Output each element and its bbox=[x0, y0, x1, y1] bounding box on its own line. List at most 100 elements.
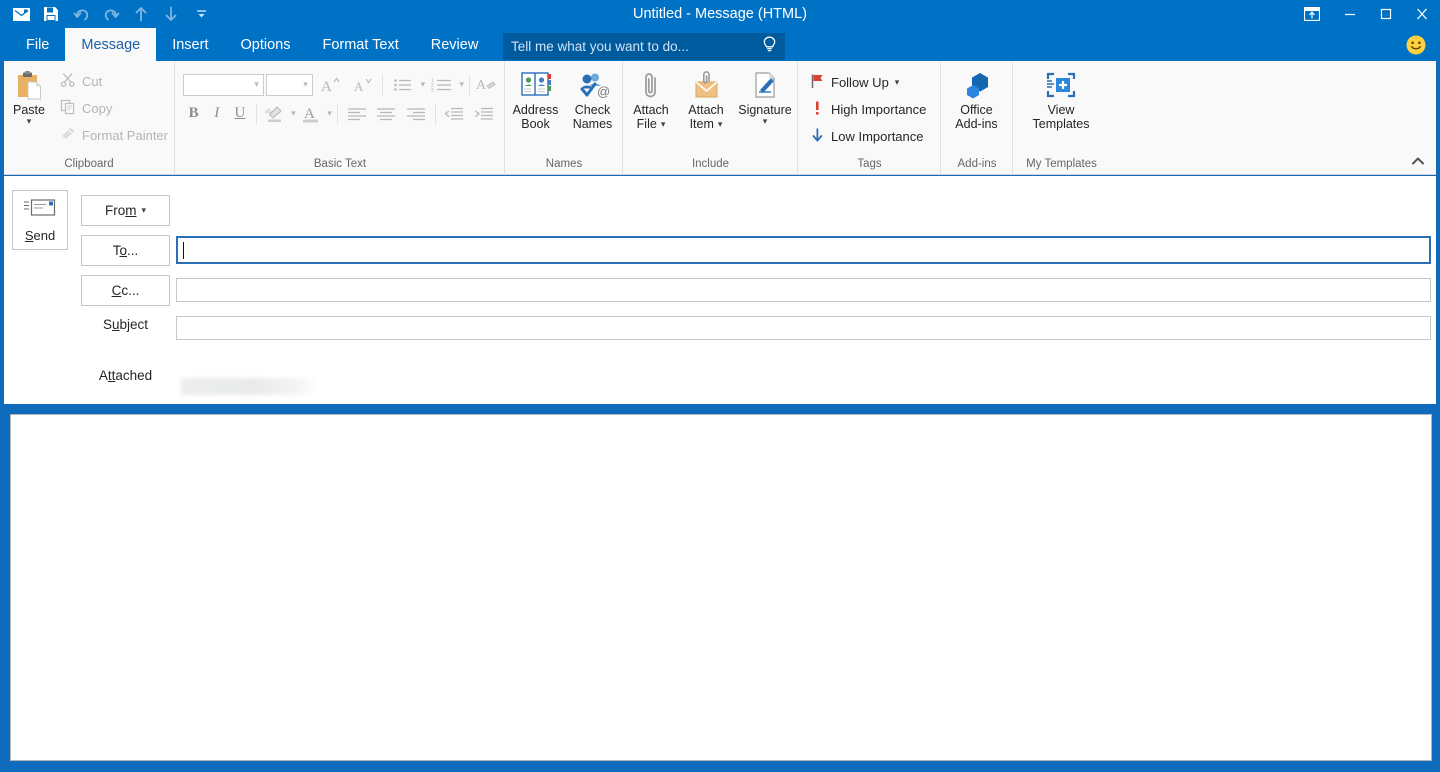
numbering-icon[interactable]: 123 bbox=[427, 72, 457, 97]
font-color-dropdown-caret[interactable]: ▾ bbox=[327, 109, 332, 118]
from-button[interactable]: From ▾ bbox=[81, 195, 170, 226]
grow-font-icon[interactable]: A bbox=[315, 72, 345, 97]
office-add-ins-label-line1: Office bbox=[960, 103, 993, 117]
check-names-button[interactable]: @ Check Names bbox=[565, 66, 621, 131]
shrink-font-icon[interactable]: A bbox=[347, 72, 377, 97]
customize-quick-access-icon[interactable] bbox=[186, 1, 216, 27]
tab-options[interactable]: Options bbox=[224, 28, 306, 61]
tell-me-search-box[interactable]: Tell me what you want to do... bbox=[503, 33, 785, 60]
ribbon-group-include: Attach File ▾ Attach Item ▾ Signature ▾ … bbox=[622, 61, 797, 175]
message-icon[interactable] bbox=[6, 1, 36, 27]
flag-icon bbox=[810, 73, 825, 92]
paste-label: Paste bbox=[13, 103, 45, 117]
paste-button[interactable]: Paste ▾ bbox=[4, 66, 54, 126]
cc-input[interactable] bbox=[176, 278, 1431, 302]
next-item-icon[interactable] bbox=[156, 1, 186, 27]
attach-file-dropdown-caret[interactable]: ▾ bbox=[661, 119, 666, 129]
follow-up-button[interactable]: Follow Up ▾ bbox=[804, 69, 932, 96]
subject-input[interactable] bbox=[176, 316, 1431, 340]
font-color-icon[interactable]: A bbox=[298, 101, 326, 126]
clear-formatting-icon[interactable]: A bbox=[475, 72, 498, 97]
tab-message[interactable]: Message bbox=[65, 28, 157, 61]
align-right-icon[interactable] bbox=[402, 101, 430, 126]
chevron-up-icon[interactable] bbox=[1410, 154, 1426, 170]
low-importance-label: Low Importance bbox=[831, 129, 924, 144]
group-label-my-templates: My Templates bbox=[1026, 158, 1097, 170]
from-dropdown-caret[interactable]: ▾ bbox=[141, 206, 146, 215]
cc-label: Cc... bbox=[111, 283, 140, 298]
svg-text:3: 3 bbox=[431, 88, 434, 93]
attach-file-button[interactable]: Attach File ▾ bbox=[624, 66, 678, 131]
align-center-icon[interactable] bbox=[372, 101, 400, 126]
window-title: Untitled - Message (HTML) bbox=[632, 6, 808, 22]
decrease-indent-icon[interactable] bbox=[441, 101, 469, 126]
undo-icon[interactable] bbox=[66, 1, 96, 27]
attach-item-dropdown-caret[interactable]: ▾ bbox=[718, 119, 723, 129]
send-button[interactable]: Send bbox=[12, 190, 68, 250]
numbering-dropdown-caret[interactable]: ▾ bbox=[459, 80, 464, 89]
high-importance-button[interactable]: High Importance bbox=[804, 96, 932, 123]
cut-button[interactable]: Cut bbox=[54, 68, 174, 95]
to-input[interactable] bbox=[176, 236, 1431, 264]
attach-file-label-line2: File bbox=[636, 117, 657, 131]
ribbon-display-options-icon[interactable] bbox=[1292, 0, 1332, 28]
ribbon-group-add-ins: Office Add-ins Add-ins bbox=[940, 61, 1012, 175]
ribbon: Paste ▾ Cut Copy Format Painter Clipboar… bbox=[4, 61, 1436, 175]
attach-item-button[interactable]: Attach Item ▾ bbox=[678, 66, 734, 131]
maximize-icon[interactable] bbox=[1368, 0, 1404, 28]
underline-icon[interactable]: U bbox=[229, 101, 250, 126]
message-body-editor[interactable] bbox=[10, 414, 1432, 761]
paste-dropdown-caret[interactable]: ▾ bbox=[27, 117, 32, 126]
compose-header: Send From ▾ To... Cc... Subject Attached bbox=[4, 176, 1436, 578]
cc-button[interactable]: Cc... bbox=[81, 275, 170, 306]
minimize-icon[interactable] bbox=[1332, 0, 1368, 28]
smiley-face-icon[interactable] bbox=[1404, 33, 1430, 59]
bold-icon[interactable]: B bbox=[183, 101, 204, 126]
group-label-include: Include bbox=[691, 158, 730, 170]
format-painter-button[interactable]: Format Painter bbox=[54, 122, 174, 149]
save-icon[interactable] bbox=[36, 1, 66, 27]
signature-button[interactable]: Signature ▾ bbox=[734, 66, 796, 126]
copy-label: Copy bbox=[82, 101, 113, 116]
address-book-button[interactable]: Address Book bbox=[507, 66, 565, 131]
view-templates-button[interactable]: View Templates bbox=[1018, 66, 1104, 131]
text-cursor bbox=[183, 242, 184, 259]
quick-access-toolbar bbox=[6, 0, 216, 28]
cut-label: Cut bbox=[82, 74, 103, 89]
ribbon-group-my-templates: View Templates My Templates bbox=[1012, 61, 1109, 175]
bullets-icon[interactable] bbox=[388, 72, 418, 97]
from-label: From bbox=[104, 203, 137, 218]
attach-item-label-line1: Attach bbox=[688, 103, 724, 117]
check-names-label-line2: Names bbox=[572, 117, 613, 131]
tab-file[interactable]: File bbox=[10, 28, 65, 61]
tab-review[interactable]: Review bbox=[415, 28, 495, 61]
attach-item-label-line2: Item bbox=[689, 117, 714, 131]
font-name-input[interactable]: ▾ bbox=[183, 73, 264, 96]
tell-me-placeholder: Tell me what you want to do... bbox=[511, 39, 689, 54]
text-highlight-color-icon[interactable]: ab bbox=[261, 101, 289, 126]
align-left-icon[interactable] bbox=[343, 101, 371, 126]
format-painter-label: Format Painter bbox=[82, 128, 168, 143]
group-label-tags: Tags bbox=[857, 158, 882, 170]
close-icon[interactable] bbox=[1404, 0, 1440, 28]
follow-up-dropdown-caret[interactable]: ▾ bbox=[895, 78, 900, 87]
previous-item-icon[interactable] bbox=[126, 1, 156, 27]
high-importance-label: High Importance bbox=[831, 102, 927, 117]
to-button[interactable]: To... bbox=[81, 235, 170, 266]
increase-indent-icon[interactable] bbox=[470, 101, 498, 126]
low-importance-button[interactable]: Low Importance bbox=[804, 123, 932, 150]
italic-icon[interactable]: I bbox=[206, 101, 227, 126]
signature-dropdown-caret[interactable]: ▾ bbox=[763, 117, 768, 126]
bullets-dropdown-caret[interactable]: ▾ bbox=[421, 80, 426, 89]
address-book-label-line1: Address bbox=[512, 103, 559, 117]
tab-insert[interactable]: Insert bbox=[156, 28, 224, 61]
signature-label-line1: Signature bbox=[738, 103, 792, 117]
tab-format-text[interactable]: Format Text bbox=[306, 28, 414, 61]
send-label: Send bbox=[24, 228, 56, 243]
office-add-ins-button[interactable]: Office Add-ins bbox=[946, 66, 1008, 131]
copy-button[interactable]: Copy bbox=[54, 95, 174, 122]
redo-icon[interactable] bbox=[96, 1, 126, 27]
highlight-dropdown-caret[interactable]: ▾ bbox=[291, 109, 296, 118]
ribbon-group-basic-text: ▾ ▾ A A ▾ 1 2 3 ▾ A B I U ab ▾ A ▾ Basic… bbox=[174, 61, 504, 175]
font-size-input[interactable]: ▾ bbox=[265, 73, 313, 96]
